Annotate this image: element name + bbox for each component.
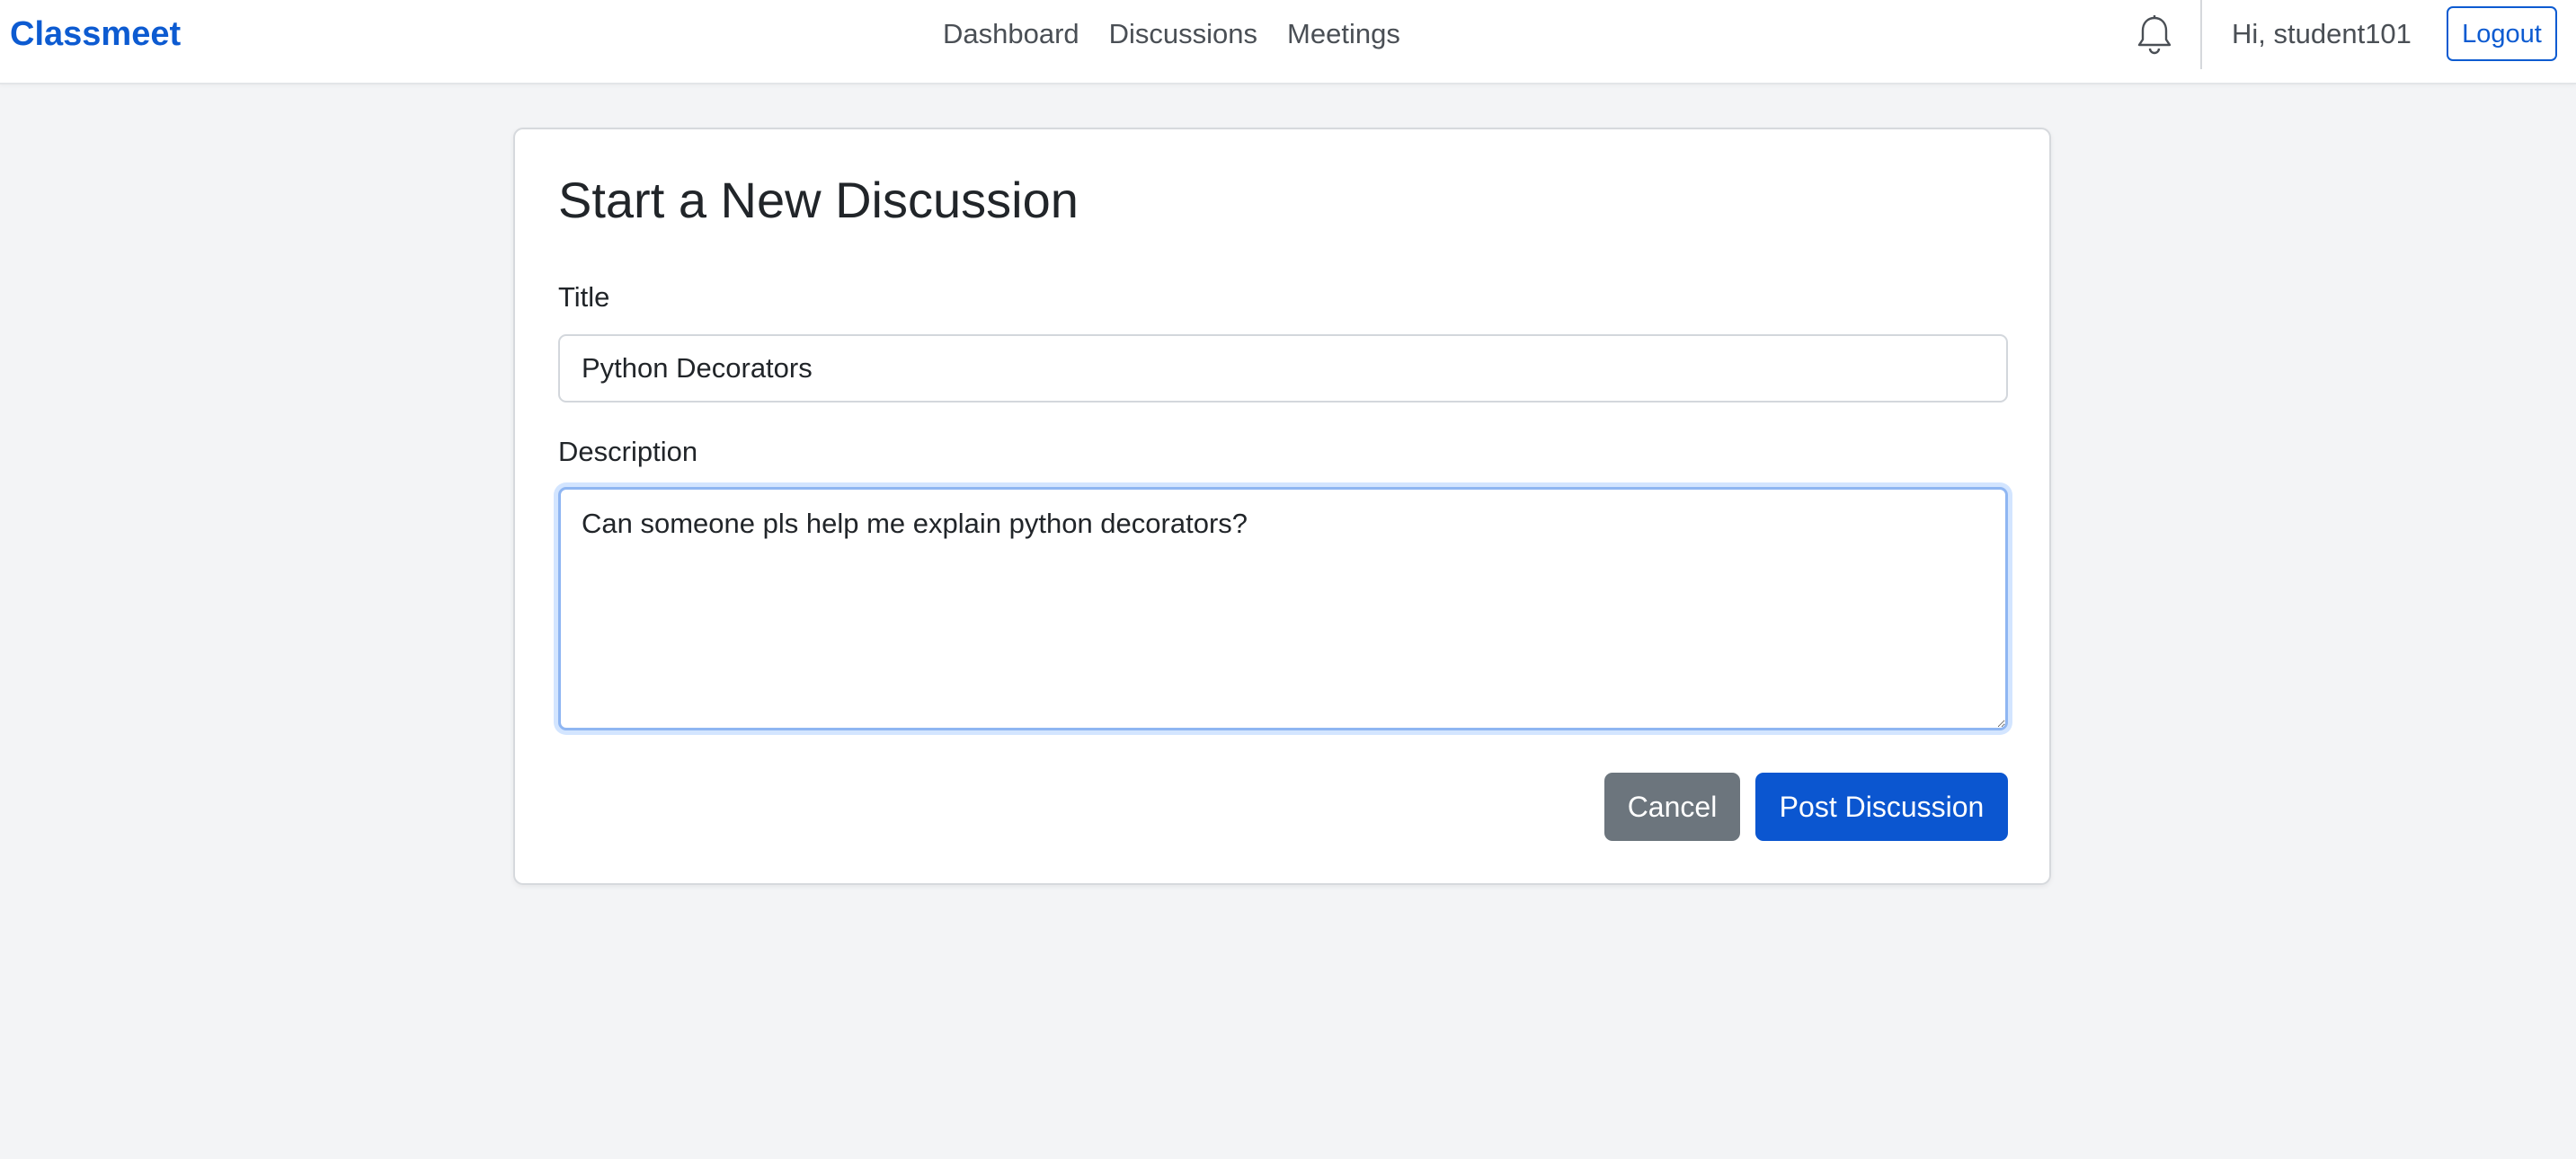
logout-button[interactable]: Logout <box>2447 6 2557 61</box>
nav-link-meetings[interactable]: Meetings <box>1287 12 1400 57</box>
nav-link-dashboard[interactable]: Dashboard <box>943 12 1079 57</box>
new-discussion-card: Start a New Discussion Title Description… <box>513 128 2051 885</box>
top-navbar: Classmeet Dashboard Discussions Meetings… <box>0 0 2576 84</box>
bell-icon[interactable] <box>2135 14 2174 56</box>
post-discussion-button[interactable]: Post Discussion <box>1755 773 2008 841</box>
description-label: Description <box>558 436 698 467</box>
title-label: Title <box>558 281 610 313</box>
user-greeting: Hi, student101 <box>2232 18 2412 49</box>
brand-logo[interactable]: Classmeet <box>10 12 181 57</box>
nav-link-discussions[interactable]: Discussions <box>1109 12 1257 57</box>
title-input[interactable] <box>558 334 2008 403</box>
cancel-button[interactable]: Cancel <box>1604 773 1740 841</box>
description-textarea[interactable]: Can someone pls help me explain python d… <box>558 487 2008 730</box>
nav-divider <box>2200 0 2202 69</box>
page-title: Start a New Discussion <box>558 172 1079 228</box>
main-nav: Dashboard Discussions Meetings <box>943 12 1430 57</box>
